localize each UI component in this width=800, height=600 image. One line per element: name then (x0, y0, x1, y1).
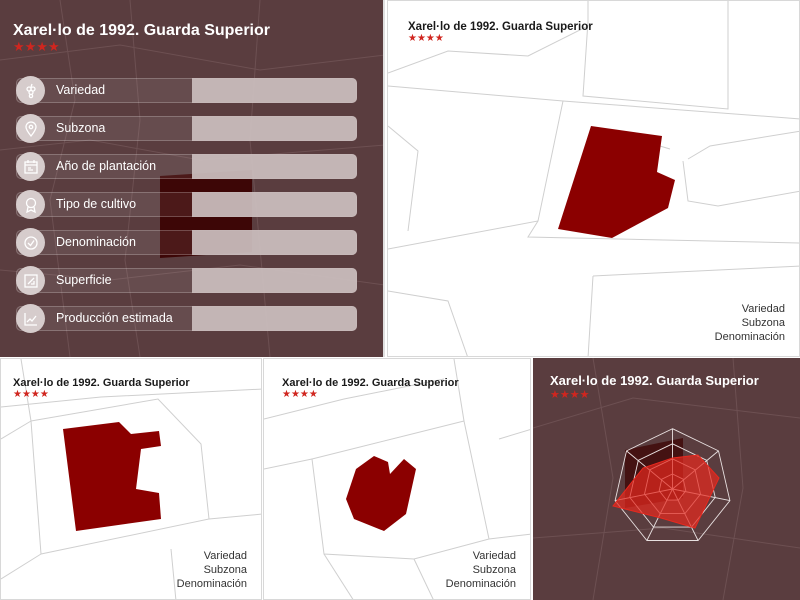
chart-icon (16, 304, 45, 333)
legend-item[interactable]: Denominación (715, 330, 785, 344)
legend-item[interactable]: Variedad (177, 549, 247, 563)
vineyard-plot (558, 126, 675, 238)
field-label: Superficie (56, 273, 112, 287)
card-title: Xarel·lo de 1992. Guarda Superior (550, 373, 759, 388)
field-value-box (192, 154, 357, 179)
rating-stars: ★★★★ (408, 33, 444, 44)
legend-item[interactable]: Denominación (177, 577, 247, 591)
map-panel-large: Xarel·lo de 1992. Guarda Superior ★★★★ V… (387, 0, 800, 357)
field-value-box (192, 306, 357, 331)
legend-item[interactable]: Subzona (715, 316, 785, 330)
rating-stars: ★★★★ (13, 39, 60, 54)
vineyard-plot (346, 456, 416, 531)
field-label: Tipo de cultivo (56, 197, 137, 211)
vineyard-plot (63, 422, 161, 531)
field-row-produccion[interactable]: Producción estimada (16, 304, 357, 333)
rating-stars: ★★★★ (282, 389, 318, 400)
legend-item[interactable]: Subzona (177, 563, 247, 577)
calendar-icon (16, 152, 45, 181)
field-label: Denominación (56, 235, 136, 249)
map-legend: Variedad Subzona Denominación (446, 549, 516, 591)
map-panel-medium: Xarel·lo de 1992. Guarda Superior ★★★★ V… (0, 358, 262, 600)
check-badge-icon (16, 228, 45, 257)
field-row-superficie[interactable]: Superficie (16, 266, 357, 295)
field-label: Subzona (56, 121, 106, 135)
map-panel-small: Xarel·lo de 1992. Guarda Superior ★★★★ V… (263, 358, 531, 600)
field-label: Año de plantación (56, 159, 157, 173)
field-value-box (192, 78, 357, 103)
rating-stars: ★★★★ (13, 389, 49, 400)
field-label: Producción estimada (56, 311, 173, 325)
legend-item[interactable]: Denominación (446, 577, 516, 591)
field-row-denominacion[interactable]: Denominación (16, 228, 357, 257)
card-title: Xarel·lo de 1992. Guarda Superior (13, 377, 190, 389)
field-label: Variedad (56, 83, 106, 97)
field-value-box (192, 192, 357, 217)
field-row-subzona[interactable]: Subzona (16, 114, 357, 143)
location-pin-icon (16, 114, 45, 143)
card-title: Xarel·lo de 1992. Guarda Superior (408, 21, 593, 33)
area-icon (16, 266, 45, 295)
legend-item[interactable]: Variedad (715, 302, 785, 316)
field-row-tipo-cultivo[interactable]: Tipo de cultivo (16, 190, 357, 219)
radar-panel: Xarel·lo de 1992. Guarda Superior ★★★★ (533, 358, 800, 600)
info-card-panel: Xarel·lo de 1992. Guarda Superior ★★★★ V… (0, 0, 385, 357)
field-value-box (192, 116, 357, 141)
legend-item[interactable]: Subzona (446, 563, 516, 577)
field-value-box (192, 268, 357, 293)
field-row-variedad[interactable]: Variedad (16, 76, 357, 105)
card-title: Xarel·lo de 1992. Guarda Superior (13, 22, 270, 39)
rating-stars: ★★★★ (550, 389, 590, 401)
award-icon (16, 190, 45, 219)
grape-icon (16, 76, 45, 105)
legend-item[interactable]: Variedad (446, 549, 516, 563)
card-title: Xarel·lo de 1992. Guarda Superior (282, 377, 459, 389)
map-legend: Variedad Subzona Denominación (177, 549, 247, 591)
field-row-ano-plantacion[interactable]: Año de plantación (16, 152, 357, 181)
field-value-box (192, 230, 357, 255)
map-legend: Variedad Subzona Denominación (715, 302, 785, 344)
